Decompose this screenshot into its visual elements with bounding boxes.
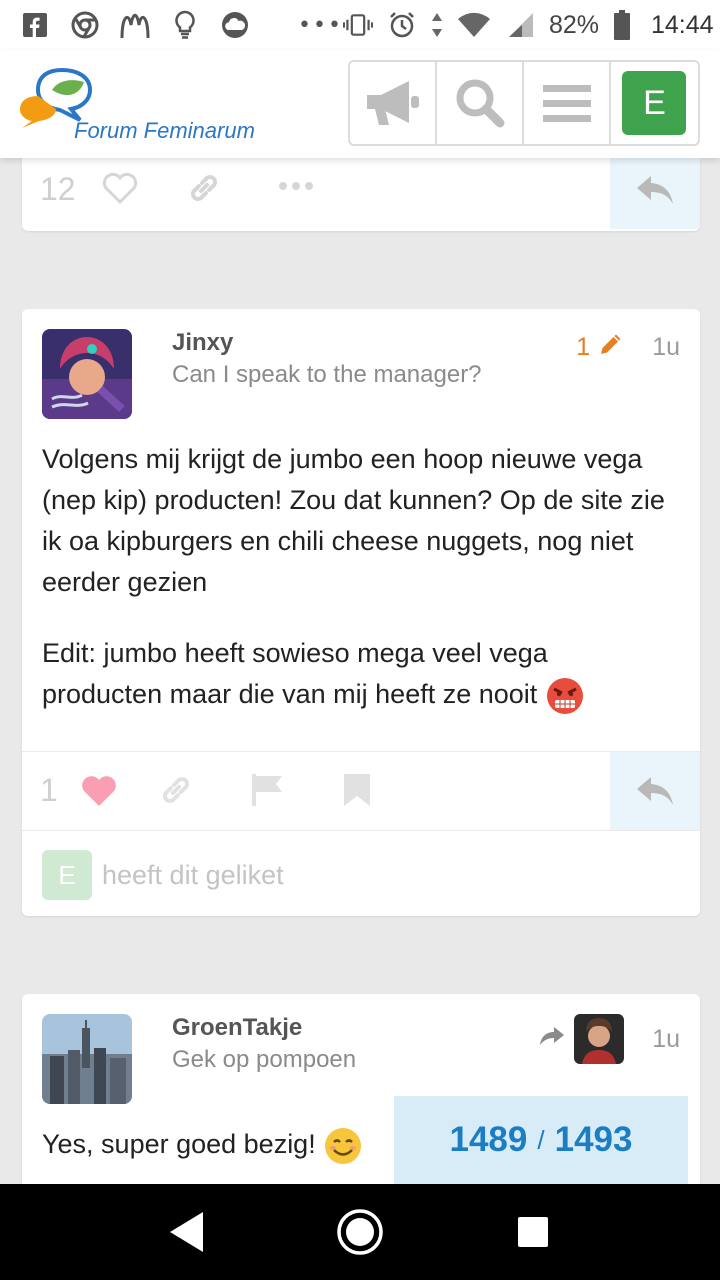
announcements-button[interactable] [350,62,437,144]
signal-icon [505,10,535,40]
post-paragraph: Volgens mij krijgt de jumbo een hoop nie… [42,444,665,597]
battery-icon [613,10,631,40]
chrome-icon [70,10,100,40]
next-post-author-avatar[interactable] [42,1014,132,1104]
post-content: Volgens mij krijgt de jumbo een hoop nie… [42,439,672,746]
angry-face-emoji-icon [545,676,585,716]
post-card: Jinxy Can I speak to the manager? 1 1u V… [22,309,700,916]
data-arrows-icon [431,10,443,40]
liker-avatar[interactable]: E [42,850,92,900]
recents-button[interactable] [503,1202,563,1262]
liked-by-row[interactable]: E heeft dit geliket [42,850,284,900]
header-buttons: E [348,60,700,146]
reply-icon [637,777,673,805]
recents-square-icon [518,1217,549,1247]
post-actions: 1 [22,752,700,830]
post-author-avatar[interactable] [42,329,132,419]
reply-to-arrow-icon[interactable] [538,1025,566,1054]
battery-percent: 82% [548,10,599,39]
clock: 14:44 [650,10,714,39]
back-triangle-icon [169,1212,203,1252]
android-navigation-bar [0,1184,720,1280]
alarm-icon [387,10,417,40]
next-post-author-name[interactable]: GroenTakje [172,1014,302,1042]
post-paragraph-edit-text: Edit: jumbo heeft sowieso mega veel vega… [42,638,548,709]
reply-to-user-avatar[interactable] [574,1014,625,1064]
post-paragraph-edit: Edit: jumbo heeft sowieso mega veel vega… [42,633,672,716]
next-post-author-title: Gek op pompoen [172,1046,357,1073]
previous-post-actions: 12 [22,150,700,229]
pencil-icon[interactable] [598,331,624,364]
like-count[interactable]: 1 [40,772,58,809]
liked-heart-icon[interactable] [80,774,118,808]
post-author-title: Can I speak to the manager? [172,361,482,388]
topic-progress[interactable]: 1489 / 1493 [394,1096,688,1184]
share-link-icon[interactable] [186,170,222,206]
post-meta: 1 1u [576,331,680,364]
progress-total: 1493 [554,1120,633,1159]
current-user-avatar: E [622,71,687,135]
weather-icon [220,10,250,40]
progress-current: 1489 [449,1120,528,1159]
reply-button[interactable] [610,752,700,830]
search-icon [456,79,504,128]
more-actions-icon[interactable] [278,180,314,192]
liked-by-text: heeft dit geliket [102,859,284,890]
megaphone-icon [366,81,419,125]
facebook-icon [20,10,50,40]
bookmark-icon[interactable] [342,772,372,808]
next-post-text: Yes, super goed bezig! [42,1129,316,1159]
menu-button[interactable] [524,62,611,144]
home-button[interactable] [330,1202,390,1262]
smiling-face-emoji-icon [323,1126,363,1166]
post-time[interactable]: 1u [652,333,680,362]
more-notifications-icon: ••• [298,12,343,38]
previous-post-card: 12 [22,150,700,231]
like-heart-icon[interactable] [102,172,138,204]
flag-icon[interactable] [250,772,286,808]
likes-divider [22,830,700,831]
share-link-icon[interactable] [158,772,194,808]
search-button[interactable] [437,62,524,144]
user-menu-button[interactable]: E [611,62,698,144]
wifi-icon [457,10,491,40]
hamburger-menu-icon [542,85,591,122]
site-logo[interactable]: Forum Feminarum [18,66,288,146]
back-button[interactable] [157,1202,217,1262]
mcdonalds-icon [120,10,150,40]
status-bar: ••• 82% 14:44 [0,0,720,50]
post-author-name[interactable]: Jinxy [172,329,233,357]
previous-like-count: 12 [40,170,76,207]
reply-icon [637,175,673,204]
site-name: Forum Feminarum [74,118,255,143]
next-post-time[interactable]: 1u [652,1025,680,1054]
vibrate-icon [342,10,373,40]
previous-reply-button[interactable] [610,150,700,229]
lightbulb-icon [170,10,200,40]
site-header: Forum Feminarum E [0,50,720,158]
edit-count[interactable]: 1 [576,333,590,362]
next-post-meta: 1u [538,1014,680,1064]
progress-separator: / [537,1124,545,1155]
home-circle-icon [337,1209,383,1255]
